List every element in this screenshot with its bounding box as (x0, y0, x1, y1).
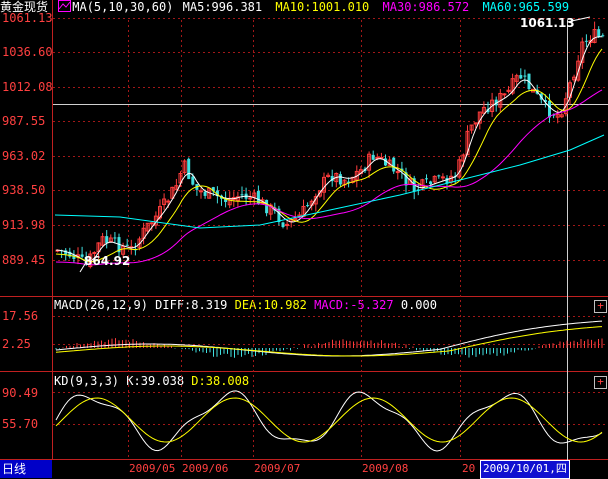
cursor-date-label: 2009/10/01,四 (480, 460, 570, 479)
candle-body (199, 190, 203, 193)
candle-body (105, 236, 109, 244)
candle-body (306, 205, 310, 207)
candle-body (166, 200, 171, 203)
d-line (55, 397, 603, 443)
low-price-label: 864.92 (84, 254, 131, 268)
candle-body (440, 176, 445, 179)
kd-series (55, 390, 603, 452)
candle-body (240, 194, 244, 196)
x-label-aug: 2009/08 (362, 462, 409, 475)
candle-body (191, 176, 195, 185)
stock-chart[interactable] (0, 0, 608, 460)
candlestick-series (55, 21, 605, 269)
x-label-next: 20 (462, 462, 476, 475)
diff-line (55, 320, 603, 357)
candle-body (395, 171, 400, 174)
candle-body (338, 174, 342, 185)
candle-body (281, 222, 285, 228)
candle-body (601, 35, 605, 37)
period-button[interactable]: 日线 (0, 460, 52, 478)
candle-body (429, 181, 433, 185)
ma5-line (55, 36, 602, 262)
high-price-label: 1061.13 (520, 16, 575, 30)
candle-body (502, 93, 507, 96)
candle-body (523, 75, 527, 77)
candle-body (437, 175, 441, 177)
macd-series (55, 320, 603, 358)
candle-body (584, 40, 588, 42)
candle-body (519, 75, 523, 79)
candle-body (597, 29, 601, 37)
month-grid (128, 20, 461, 460)
candle-body (187, 158, 191, 180)
candle-body (265, 199, 269, 214)
candle-body (125, 244, 129, 246)
candle-body (149, 222, 154, 225)
candle-body (371, 154, 375, 160)
candle-body (425, 178, 428, 180)
candle-body (248, 197, 253, 200)
candle-body (548, 100, 551, 118)
x-label-jun: 2009/06 (182, 462, 229, 475)
ma30-line (55, 89, 603, 266)
x-label-may: 2009/05 (129, 462, 176, 475)
moving-averages (54, 36, 605, 266)
candle-body (113, 237, 117, 239)
candle-body (375, 156, 380, 159)
candle-body (392, 157, 396, 172)
ma10-line (55, 48, 603, 263)
x-label-jul: 2009/07 (254, 462, 301, 475)
candle-body (203, 191, 207, 196)
